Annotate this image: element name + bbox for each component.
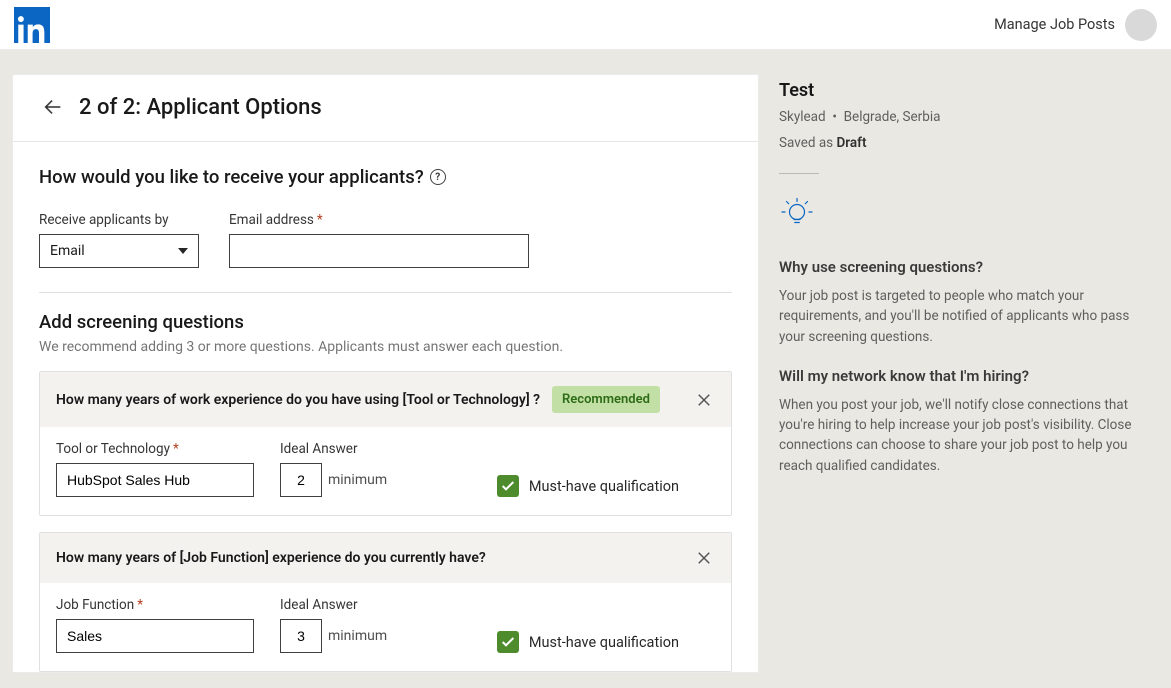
tool-field[interactable] [56,463,254,497]
manage-job-posts-link[interactable]: Manage Job Posts [994,16,1115,33]
help-icon[interactable]: ? [430,169,446,185]
topbar: Manage Job Posts [0,0,1171,50]
sidebar-info-body: Your job post is targeted to people who … [779,286,1139,347]
sidebar-info-body: When you post your job, we'll notify clo… [779,395,1139,476]
email-label: Email address* [229,212,529,228]
sidebar-save-status: Saved as Draft [779,135,1157,151]
email-field[interactable] [229,234,529,268]
minimum-label: minimum [328,628,387,644]
remove-question-button[interactable] [693,547,715,569]
sidebar-separator [779,173,819,174]
job-function-field[interactable] [56,619,254,653]
screening-heading: Add screening questions [39,311,732,333]
ideal-answer-field[interactable] [280,619,322,653]
must-have-label: Must-have qualification [529,634,679,651]
must-have-checkbox[interactable] [497,631,519,653]
sidebar-info-heading: Why use screening questions? [779,258,1157,276]
ideal-answer-field[interactable] [280,463,322,497]
divider [39,292,732,293]
sidebar-job-meta: Skylead • Belgrade, Serbia [779,109,1157,125]
receive-heading-row: How would you like to receive your appli… [39,166,732,188]
avatar[interactable] [1125,9,1157,41]
linkedin-logo[interactable] [14,7,50,43]
sidebar: Test Skylead • Belgrade, Serbia Saved as… [779,74,1159,673]
remove-question-button[interactable] [693,389,715,411]
receive-heading: How would you like to receive your appli… [39,166,424,188]
ideal-label: Ideal Answer [280,597,387,613]
back-arrow-icon[interactable] [39,93,67,121]
receive-by-value: Email [50,243,85,259]
page-layout: 2 of 2: Applicant Options How would you … [0,50,1171,673]
question-text: How many years of [Job Function] experie… [56,550,486,566]
must-have-label: Must-have qualification [529,478,679,495]
minimum-label: minimum [328,472,387,488]
question-text: How many years of work experience do you… [56,392,540,408]
must-have-checkbox[interactable] [497,475,519,497]
screening-question: How many years of work experience do you… [39,371,732,516]
receive-by-select[interactable]: Email [39,234,199,268]
screening-question: How many years of [Job Function] experie… [39,532,732,672]
lightbulb-icon [779,194,815,230]
card-header: 2 of 2: Applicant Options [13,75,758,142]
sidebar-job-title: Test [779,80,1157,101]
ideal-label: Ideal Answer [280,441,387,457]
recommended-badge: Recommended [552,386,660,413]
main-card: 2 of 2: Applicant Options How would you … [12,74,759,673]
receive-by-label: Receive applicants by [39,212,199,228]
screening-subtext: We recommend adding 3 or more questions.… [39,339,732,355]
sidebar-info-heading: Will my network know that I'm hiring? [779,367,1157,385]
chevron-down-icon [178,248,188,254]
tool-label: Tool or Technology* [56,441,254,457]
page-title: 2 of 2: Applicant Options [79,95,322,120]
job-function-label: Job Function* [56,597,254,613]
